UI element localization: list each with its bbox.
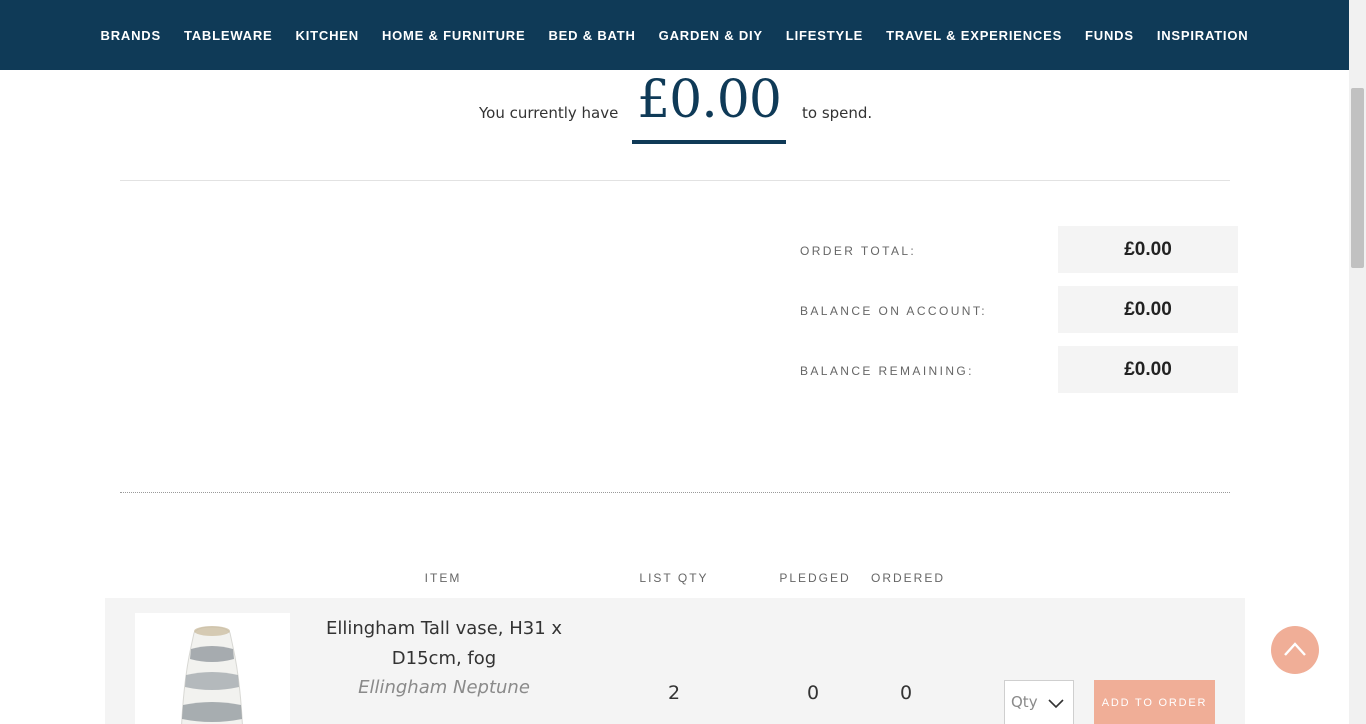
nav-item-bed-bath[interactable]: BED & BATH <box>537 28 647 43</box>
chevron-up-icon <box>1284 642 1306 656</box>
column-header-list-qty: LIST QTY <box>639 571 709 585</box>
balance-on-account-label: BALANCE ON ACCOUNT: <box>800 304 987 318</box>
product-image[interactable] <box>135 613 290 724</box>
nav-item-kitchen[interactable]: KITCHEN <box>284 28 370 43</box>
column-header-pledged: PLEDGED <box>779 571 851 585</box>
product-title[interactable]: Ellingham Tall vase, H31 x D15cm, fog <box>315 614 573 674</box>
order-total-label: ORDER TOTAL: <box>800 244 917 258</box>
nav-item-funds[interactable]: FUNDS <box>1074 28 1146 43</box>
pledged-value: 0 <box>806 682 820 704</box>
divider-top <box>120 180 1230 181</box>
ordered-value: 0 <box>899 682 913 704</box>
back-to-top-button[interactable] <box>1271 626 1319 674</box>
main-navigation: BRANDS TABLEWARE KITCHEN HOME & FURNITUR… <box>0 0 1349 70</box>
product-brand: Ellingham Neptune <box>358 677 530 698</box>
balance-suffix-text: to spend. <box>802 104 873 122</box>
page-scrollbar-thumb[interactable] <box>1351 88 1364 268</box>
nav-item-travel-experiences[interactable]: TRAVEL & EXPERIENCES <box>875 28 1074 43</box>
column-header-ordered: ORDERED <box>870 571 945 585</box>
quantity-select[interactable]: Qty <box>1004 680 1074 724</box>
list-qty-value: 2 <box>667 682 681 704</box>
table-row: Ellingham Tall vase, H31 x D15cm, fog El… <box>105 598 1245 724</box>
order-total-value: £0.00 <box>1058 226 1238 273</box>
nav-item-tableware[interactable]: TABLEWARE <box>172 28 284 43</box>
balance-remaining-label: BALANCE REMAINING: <box>800 364 974 378</box>
spend-balance-banner: You currently have £0.00 to spend. <box>0 70 1349 160</box>
nav-item-garden-diy[interactable]: GARDEN & DIY <box>647 28 774 43</box>
nav-item-inspiration[interactable]: INSPIRATION <box>1145 28 1260 43</box>
nav-item-lifestyle[interactable]: LIFESTYLE <box>774 28 874 43</box>
quantity-select-placeholder: Qty <box>1011 693 1038 711</box>
balance-on-account-value: £0.00 <box>1058 286 1238 333</box>
balance-amount: £0.00 <box>637 70 782 130</box>
balance-underline <box>632 140 786 144</box>
balance-remaining-value: £0.00 <box>1058 346 1238 393</box>
nav-item-home-furniture[interactable]: HOME & FURNITURE <box>370 28 537 43</box>
column-header-item: ITEM <box>424 571 462 585</box>
vase-illustration <box>181 626 243 724</box>
add-to-order-button[interactable]: ADD TO ORDER <box>1094 680 1215 724</box>
nav-item-brands[interactable]: BRANDS <box>89 28 172 43</box>
balance-prefix-text: You currently have <box>479 104 619 122</box>
chevron-down-icon <box>1048 699 1064 709</box>
divider-dotted <box>120 492 1230 493</box>
